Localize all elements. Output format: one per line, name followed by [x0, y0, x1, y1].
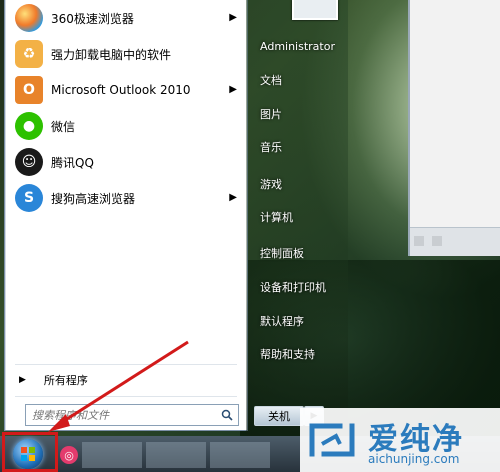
watermark-logo-icon	[309, 423, 355, 457]
places-item-documents[interactable]: 文档	[260, 72, 282, 88]
window-button-a	[414, 236, 424, 246]
places-item-music[interactable]: 音乐	[260, 139, 282, 155]
search-box	[25, 404, 239, 426]
program-item-qq[interactable]: ☺ 腾讯QQ	[5, 144, 247, 180]
places-item-computer[interactable]: 计算机	[260, 209, 293, 225]
program-item-outlook[interactable]: O Microsoft Outlook 2010 ▶	[5, 72, 247, 108]
start-button-highlight-box	[2, 432, 58, 472]
start-menu: 360极速浏览器 ▶ ♻ 强力卸载电脑中的软件 O Microsoft Outl…	[0, 0, 348, 436]
outlook-icon: O	[15, 76, 43, 104]
program-item-uninstall[interactable]: ♻ 强力卸载电脑中的软件	[5, 36, 247, 72]
program-item-sogou-browser[interactable]: S 搜狗高速浏览器 ▶	[5, 180, 247, 216]
places-item-control-panel[interactable]: 控制面板	[260, 245, 304, 261]
search-input[interactable]	[26, 406, 216, 424]
sogou-browser-icon: S	[15, 184, 43, 212]
start-menu-places-panel: Administrator 文档 图片 音乐 游戏 计算机 控制面板 设备和打印…	[246, 0, 348, 436]
taskbar-item-blurred[interactable]	[210, 442, 270, 468]
places-item-games[interactable]: 游戏	[260, 176, 282, 192]
taskbar-app-icon[interactable]: ◎	[60, 446, 78, 464]
360-browser-icon	[15, 4, 43, 32]
places-item-pictures[interactable]: 图片	[260, 106, 282, 122]
program-label: 强力卸载电脑中的软件	[51, 47, 172, 62]
user-picture[interactable]	[292, 0, 338, 20]
window-button-b	[432, 236, 442, 246]
shutdown-label: 关机	[268, 410, 290, 423]
taskbar-item-blurred[interactable]	[146, 442, 206, 468]
qq-icon: ☺	[15, 148, 43, 176]
start-menu-programs-panel: 360极速浏览器 ▶ ♻ 强力卸载电脑中的软件 O Microsoft Outl…	[4, 0, 248, 431]
background-window	[408, 0, 500, 256]
program-label: 腾讯QQ	[51, 155, 94, 170]
places-item-default-programs[interactable]: 默认程序	[260, 313, 304, 329]
site-watermark: 爱纯净 aichunjing.com	[300, 408, 500, 472]
expand-arrow-icon: ▶	[19, 375, 26, 385]
program-item-wechat[interactable]: ● 微信	[5, 108, 247, 144]
submenu-arrow-icon: ▶	[229, 12, 237, 23]
program-label: 微信	[51, 119, 76, 134]
watermark-url: aichunjing.com	[368, 452, 460, 466]
all-programs-button[interactable]: ▶ 所有程序	[5, 367, 247, 393]
app-glyph-icon: ◎	[64, 448, 74, 462]
search-icon[interactable]	[216, 406, 238, 424]
pinned-programs-list: 360极速浏览器 ▶ ♻ 强力卸载电脑中的软件 O Microsoft Outl…	[5, 0, 247, 216]
wechat-icon: ●	[15, 112, 43, 140]
menu-divider	[15, 364, 237, 365]
submenu-arrow-icon: ▶	[229, 84, 237, 95]
places-item-administrator[interactable]: Administrator	[260, 40, 335, 53]
program-label: 搜狗高速浏览器	[51, 191, 136, 206]
background-window-strip	[410, 227, 500, 256]
program-item-360-browser[interactable]: 360极速浏览器 ▶	[5, 0, 247, 36]
taskbar-item-blurred[interactable]	[82, 442, 142, 468]
shutdown-button[interactable]: 关机	[254, 406, 304, 426]
program-label: 360极速浏览器	[51, 11, 134, 26]
places-item-devices-printers[interactable]: 设备和打印机	[260, 279, 326, 295]
all-programs-label: 所有程序	[43, 374, 88, 387]
menu-divider	[15, 396, 237, 397]
submenu-arrow-icon: ▶	[229, 192, 237, 203]
places-item-help-support[interactable]: 帮助和支持	[260, 346, 315, 362]
program-label: Microsoft Outlook 2010	[51, 83, 191, 97]
uninstall-icon: ♻	[15, 40, 43, 68]
